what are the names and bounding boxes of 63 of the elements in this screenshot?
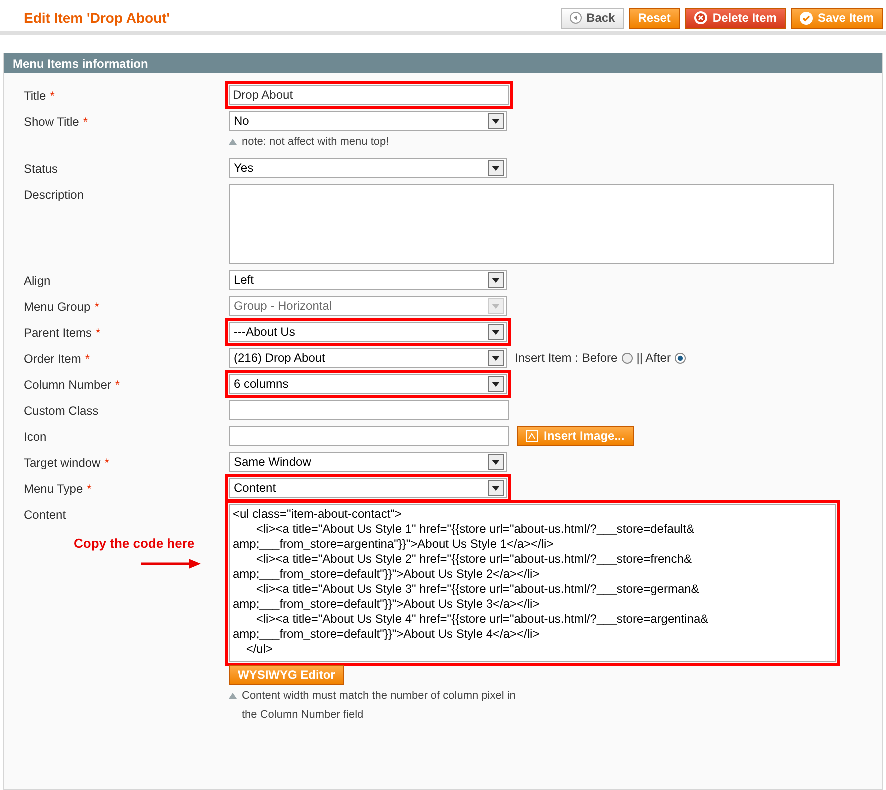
required-mark: * <box>104 455 110 470</box>
required-mark: * <box>50 88 55 103</box>
radio-label: || After <box>636 351 671 365</box>
annotation-text: Copy the code here <box>74 536 195 551</box>
required-mark: * <box>96 325 101 340</box>
field-label: Menu Type <box>24 481 84 496</box>
field-label: Menu Group <box>24 299 91 314</box>
select-field[interactable]: 6 columns <box>229 374 507 394</box>
select-field[interactable]: Same Window <box>229 452 507 472</box>
dropdown-icon <box>488 113 504 129</box>
radio-label: Before <box>582 351 618 365</box>
field-label: Column Number <box>24 377 112 392</box>
field-label: Target window <box>24 455 101 470</box>
dropdown-icon <box>488 324 504 340</box>
select-field[interactable]: (216) Drop About <box>229 348 507 368</box>
insert-label: Insert Item : <box>515 351 578 365</box>
field-note: Content width must match the number of column pixel in the Column Number field <box>242 689 517 723</box>
field-label: Show Title <box>24 114 80 129</box>
select-field[interactable]: Content <box>229 478 507 498</box>
field-label: Order Item <box>24 351 82 366</box>
dropdown-icon <box>488 350 504 366</box>
field-label: Icon <box>24 429 47 444</box>
close-icon <box>694 11 708 25</box>
required-mark: * <box>83 114 88 129</box>
check-icon <box>800 12 813 24</box>
dropdown-icon <box>488 298 504 314</box>
dropdown-icon <box>488 376 504 392</box>
select-field[interactable]: ---About Us <box>229 322 507 342</box>
radio-button[interactable] <box>674 352 686 364</box>
arrow-icon <box>140 559 201 569</box>
text-area[interactable] <box>229 184 834 264</box>
dropdown-icon <box>488 454 504 470</box>
field-label: Parent Items <box>24 325 92 340</box>
required-mark: * <box>87 481 92 496</box>
text-field[interactable] <box>229 400 509 420</box>
field-label: Content <box>24 507 66 522</box>
field-label: Align <box>24 273 51 288</box>
back-icon <box>570 12 582 24</box>
text-field[interactable]: Drop About <box>229 85 509 105</box>
field-label: Description <box>24 187 84 202</box>
dropdown-icon <box>488 272 504 288</box>
radio-button[interactable] <box>622 352 633 364</box>
select-field[interactable]: No <box>229 111 507 131</box>
required-mark: * <box>94 299 100 314</box>
dropdown-icon <box>488 160 504 176</box>
required-mark: * <box>85 351 90 366</box>
select-field[interactable]: Yes <box>229 158 507 178</box>
image-icon <box>526 430 538 442</box>
back-button[interactable]: Back <box>560 8 624 28</box>
text-field[interactable] <box>229 426 509 446</box>
field-note: note: not affect with menu top! <box>242 135 390 150</box>
field-label: Title <box>24 88 46 103</box>
dropdown-icon <box>488 480 504 496</box>
delete-button[interactable]: Delete Item <box>684 8 786 28</box>
section-header: Menu Items information <box>4 53 882 73</box>
triangle-icon <box>229 139 237 145</box>
field-label: Status <box>24 161 58 176</box>
triangle-icon <box>229 693 237 699</box>
field-label: Custom Class <box>24 403 99 418</box>
required-mark: * <box>115 377 120 392</box>
select-field[interactable]: Left <box>229 270 507 290</box>
code-area[interactable]: <ul class="item-about-contact"> <li><a title="About Us Style 1" href="{{store url="about-us.html/?___store=default& amp;___from_store=argentina"}}">About Us Style 1</a></li> <li><a title="About Us Style 2" href="{{store url="about-us.html/?___store=french& amp;___from_store=default"}}">About Us Style 2</a></li> <li><a title="About Us Style 3" href="{{store url="about-us.html/?___store=german& amp;___from_store=default"}}">About Us Style 3</a></li> <li><a title="About Us Style 4" href="{{store url="about-us.html/?___store=argentina& amp;___from_store=default"}}">About Us Style 4</a></li> </ul> <box>229 504 836 662</box>
page-title: Edit Item 'Drop About' <box>24 10 170 26</box>
